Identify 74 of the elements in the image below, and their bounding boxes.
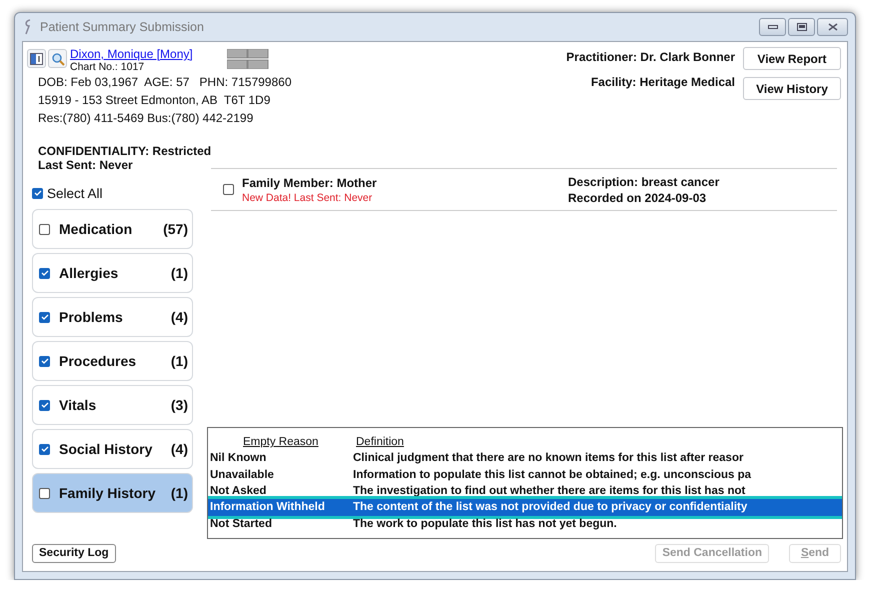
view-button[interactable]: View Report <box>743 47 841 70</box>
category-label: Medication <box>59 221 134 237</box>
category-label: Family History <box>59 485 156 501</box>
patient-info: Res:(780) 411-5469 Bus:(780) 442-2199 <box>38 110 254 127</box>
patient-info: DOB: Feb 03,1967 AGE: 57 PHN: 715799860 <box>38 74 292 91</box>
category-card[interactable]: Procedures (1) <box>32 341 193 381</box>
checkbox[interactable] <box>223 184 234 195</box>
security-log-button[interactable]: Security Log <box>32 544 116 562</box>
category-label: Problems <box>59 309 124 325</box>
minimize-button[interactable] <box>759 18 786 36</box>
checkbox[interactable] <box>39 488 50 498</box>
checkbox[interactable] <box>39 356 50 366</box>
category-label: Procedures <box>59 353 138 369</box>
minimize-icon <box>768 25 778 29</box>
search-button[interactable] <box>48 49 67 68</box>
table-cell-text: The content of the list was not provided due to privacy or confidentiality <box>352 501 748 514</box>
patient-name-link[interactable]: Dixon, Monique [Mony] <box>70 47 225 61</box>
maximize-icon <box>796 23 806 31</box>
status-text: New Data! Last Sent: Never <box>242 192 374 204</box>
category-label: Vitals <box>59 397 98 413</box>
category-card[interactable]: Social History (4) <box>32 429 193 469</box>
close-icon <box>828 23 838 31</box>
table-cell-text: The investigation to find out whether there are items for this list has not <box>352 485 746 498</box>
table-row[interactable]: Not Started The work to populate this list has not yet begun. <box>208 516 842 532</box>
column-header: Empty Reason <box>242 436 320 448</box>
checkbox[interactable] <box>39 268 50 278</box>
category-count: (4) <box>170 441 188 457</box>
table-row[interactable]: Unavailable Information to populate this list cannot be obtained; e.g. unconscious pa <box>208 466 842 483</box>
checkbox[interactable] <box>39 312 50 322</box>
category-card[interactable]: Family History (1) <box>32 473 193 513</box>
description: Description: breast cancer <box>568 174 720 188</box>
category-card[interactable]: Medication (57) <box>32 209 193 249</box>
category-card[interactable]: Allergies (1) <box>32 253 193 293</box>
table-row[interactable]: Not Asked The investigation to find out whether there are items for this list has not <box>208 482 842 500</box>
table-cell-text: Unavailable <box>209 468 275 481</box>
grid-icon <box>227 49 269 69</box>
table-cell-text: Clinical judgment that there are no known items for this list after reasor <box>352 452 744 464</box>
checkbox[interactable] <box>32 188 43 198</box>
select-all-label[interactable]: Select All <box>47 186 103 200</box>
column-header: Definition <box>355 436 405 448</box>
family-member: Family Member: Mother <box>242 176 378 190</box>
table-row[interactable]: Nil Known Clinical judgment that there are no known items for this list after reasor <box>208 450 842 467</box>
category-count: (57) <box>163 221 188 237</box>
close-button[interactable] <box>817 18 848 36</box>
table-cell-text: Nil Known <box>209 452 268 464</box>
category-count: (1) <box>170 265 188 281</box>
checkbox[interactable] <box>39 444 50 454</box>
maximize-button[interactable] <box>788 18 815 36</box>
table-cell-text: Information Withheld <box>209 501 326 514</box>
practitioner-label: Practitioner: Dr. Clark Bonner <box>566 50 735 64</box>
checkbox[interactable] <box>39 400 50 410</box>
category-label: Allergies <box>59 265 120 281</box>
patient-info: 15919 - 153 Street Edmonton, AB T6T 1D9 <box>38 92 272 109</box>
category-count: (4) <box>170 309 188 325</box>
checkbox[interactable] <box>39 224 50 234</box>
category-label: Social History <box>59 441 154 457</box>
table-cell-text: Not Asked <box>209 485 268 498</box>
table-row[interactable]: Information Withheld The content of the list was not provided due to privacy or confidentiality <box>208 499 842 516</box>
recorded-date: Recorded on 2024-09-03 <box>568 190 708 204</box>
table-cell-text: The work to populate this list has not yet begun. <box>352 518 618 530</box>
category-count: (1) <box>170 353 188 369</box>
category-count: (3) <box>170 397 188 413</box>
category-card[interactable]: Vitals (3) <box>32 385 193 425</box>
category-card[interactable]: Problems (4) <box>32 297 193 337</box>
facility-label: Facility: Heritage Medical <box>590 75 735 89</box>
view-button[interactable]: View History <box>743 77 841 100</box>
table-cell-text: Not Started <box>209 518 273 530</box>
window-title: Patient Summary Submission <box>40 20 205 34</box>
id-card-button[interactable] <box>27 49 46 68</box>
table-cell-text: Information to populate this list cannot be obtained; e.g. unconscious pa <box>352 468 752 481</box>
last-sent-label: Last Sent: Never <box>38 158 134 172</box>
category-count: (1) <box>170 485 188 501</box>
chart-number: Chart No.: 1017 <box>70 61 146 73</box>
confidentiality-label: CONFIDENTIALITY: Restricted <box>38 144 212 158</box>
